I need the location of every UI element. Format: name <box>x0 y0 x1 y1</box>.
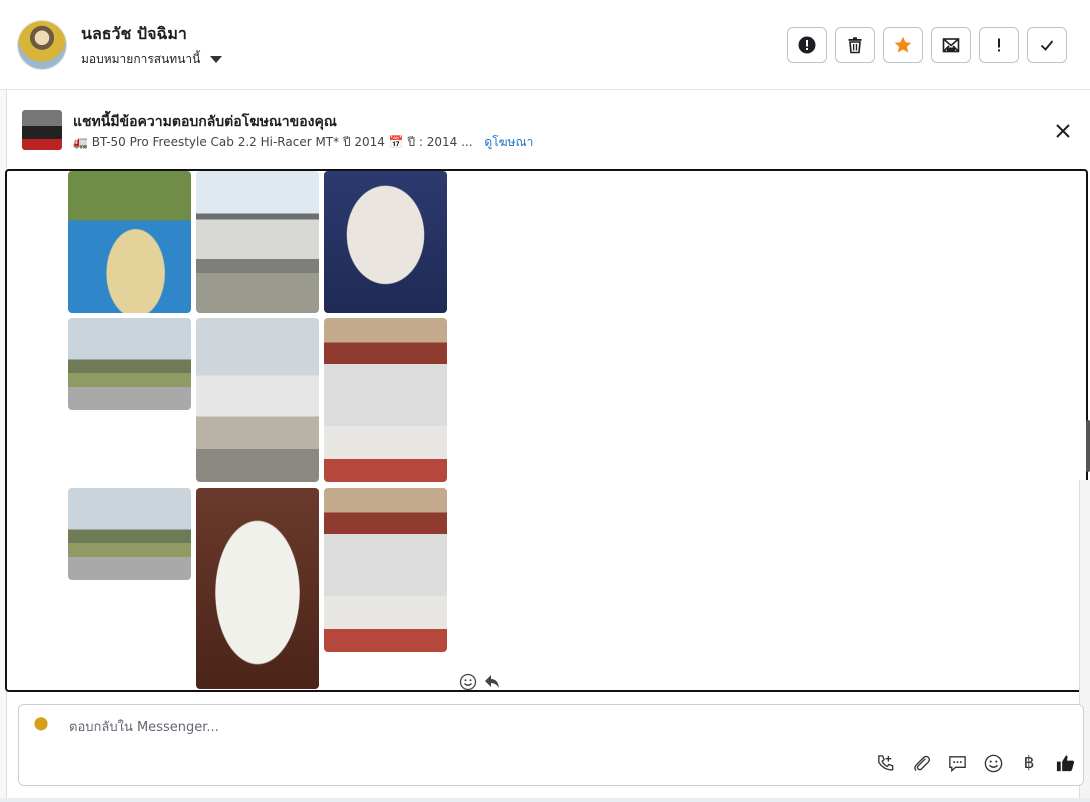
priority-button[interactable] <box>979 27 1019 63</box>
ad-thumbnail[interactable] <box>22 110 62 150</box>
photo-rice-drying[interactable] <box>68 171 191 313</box>
payment-button[interactable]: ฿ <box>1018 752 1040 774</box>
alert-circle-icon <box>798 36 816 54</box>
ad-banner-title: แชทนี้มีข้อความตอบกลับต่อโฆษณาของคุณ <box>73 114 337 130</box>
reply-arrow-icon[interactable] <box>483 672 501 690</box>
star-icon <box>894 36 912 53</box>
photo-id-card[interactable] <box>324 171 447 313</box>
page-logo <box>28 715 54 737</box>
composer-toolbar: ฿ <box>874 752 1076 774</box>
checkmark-icon <box>1040 40 1054 51</box>
attach-button[interactable] <box>910 752 932 774</box>
message-thread[interactable] <box>5 169 1088 692</box>
reply-input[interactable] <box>67 719 771 736</box>
like-button[interactable] <box>1054 752 1076 774</box>
call-button[interactable] <box>874 752 896 774</box>
close-icon[interactable] <box>1052 120 1074 142</box>
paperclip-icon <box>913 755 930 771</box>
avatar[interactable] <box>18 21 66 69</box>
assign-conversation-dropdown[interactable]: มอบหมายการสนทนานี้ <box>81 50 223 69</box>
chat-bubble-icon <box>948 755 966 772</box>
thumbs-up-icon <box>1056 754 1074 771</box>
photo-truck-field[interactable] <box>68 318 191 410</box>
photo-truck-tank[interactable] <box>196 318 319 482</box>
contact-name: นลธวัช ปัจฉิมา <box>81 24 187 43</box>
ad-description: 🚛 BT-50 Pro Freestyle Cab 2.2 Hi-Racer M… <box>73 135 473 149</box>
photo-document[interactable] <box>196 488 319 689</box>
emoji-icon <box>984 754 1002 772</box>
trash-icon <box>848 37 862 54</box>
smiley-reaction-icon[interactable] <box>459 673 477 691</box>
header-actions <box>787 27 1067 63</box>
star-button[interactable] <box>883 27 923 63</box>
delete-button[interactable] <box>835 27 875 63</box>
mark-unread-button[interactable] <box>931 27 971 63</box>
photo-roadside-stall[interactable] <box>196 171 319 313</box>
view-ad-link[interactable]: ดูโฆษณา <box>484 135 533 149</box>
assign-label: มอบหมายการสนทนานี้ <box>81 52 201 66</box>
photo-truck-field-2[interactable] <box>68 488 191 580</box>
saved-replies-button[interactable] <box>946 752 968 774</box>
phone-plus-icon <box>877 754 893 770</box>
done-button[interactable] <box>1027 27 1067 63</box>
conversation-header: นลธวัช ปัจฉิมา มอบหมายการสนทนานี้ <box>0 0 1090 90</box>
emoji-button[interactable] <box>982 752 1004 774</box>
caret-down-icon <box>210 56 223 63</box>
exclamation-icon <box>998 38 1000 52</box>
ad-banner-subtitle: 🚛 BT-50 Pro Freestyle Cab 2.2 Hi-Racer M… <box>73 133 533 152</box>
message-composer: ฿ <box>18 704 1084 786</box>
photo-shop-woman[interactable] <box>324 318 447 482</box>
thread-scrollbar[interactable] <box>1086 420 1090 472</box>
bottom-strip <box>0 798 1090 802</box>
baht-icon: ฿ <box>1023 753 1035 773</box>
ad-reply-banner: แชทนี้มีข้อความตอบกลับต่อโฆษณาของคุณ 🚛 B… <box>0 91 1090 169</box>
report-button[interactable] <box>787 27 827 63</box>
photo-shop-woman-2[interactable] <box>324 488 447 652</box>
envelope-icon <box>942 38 960 53</box>
